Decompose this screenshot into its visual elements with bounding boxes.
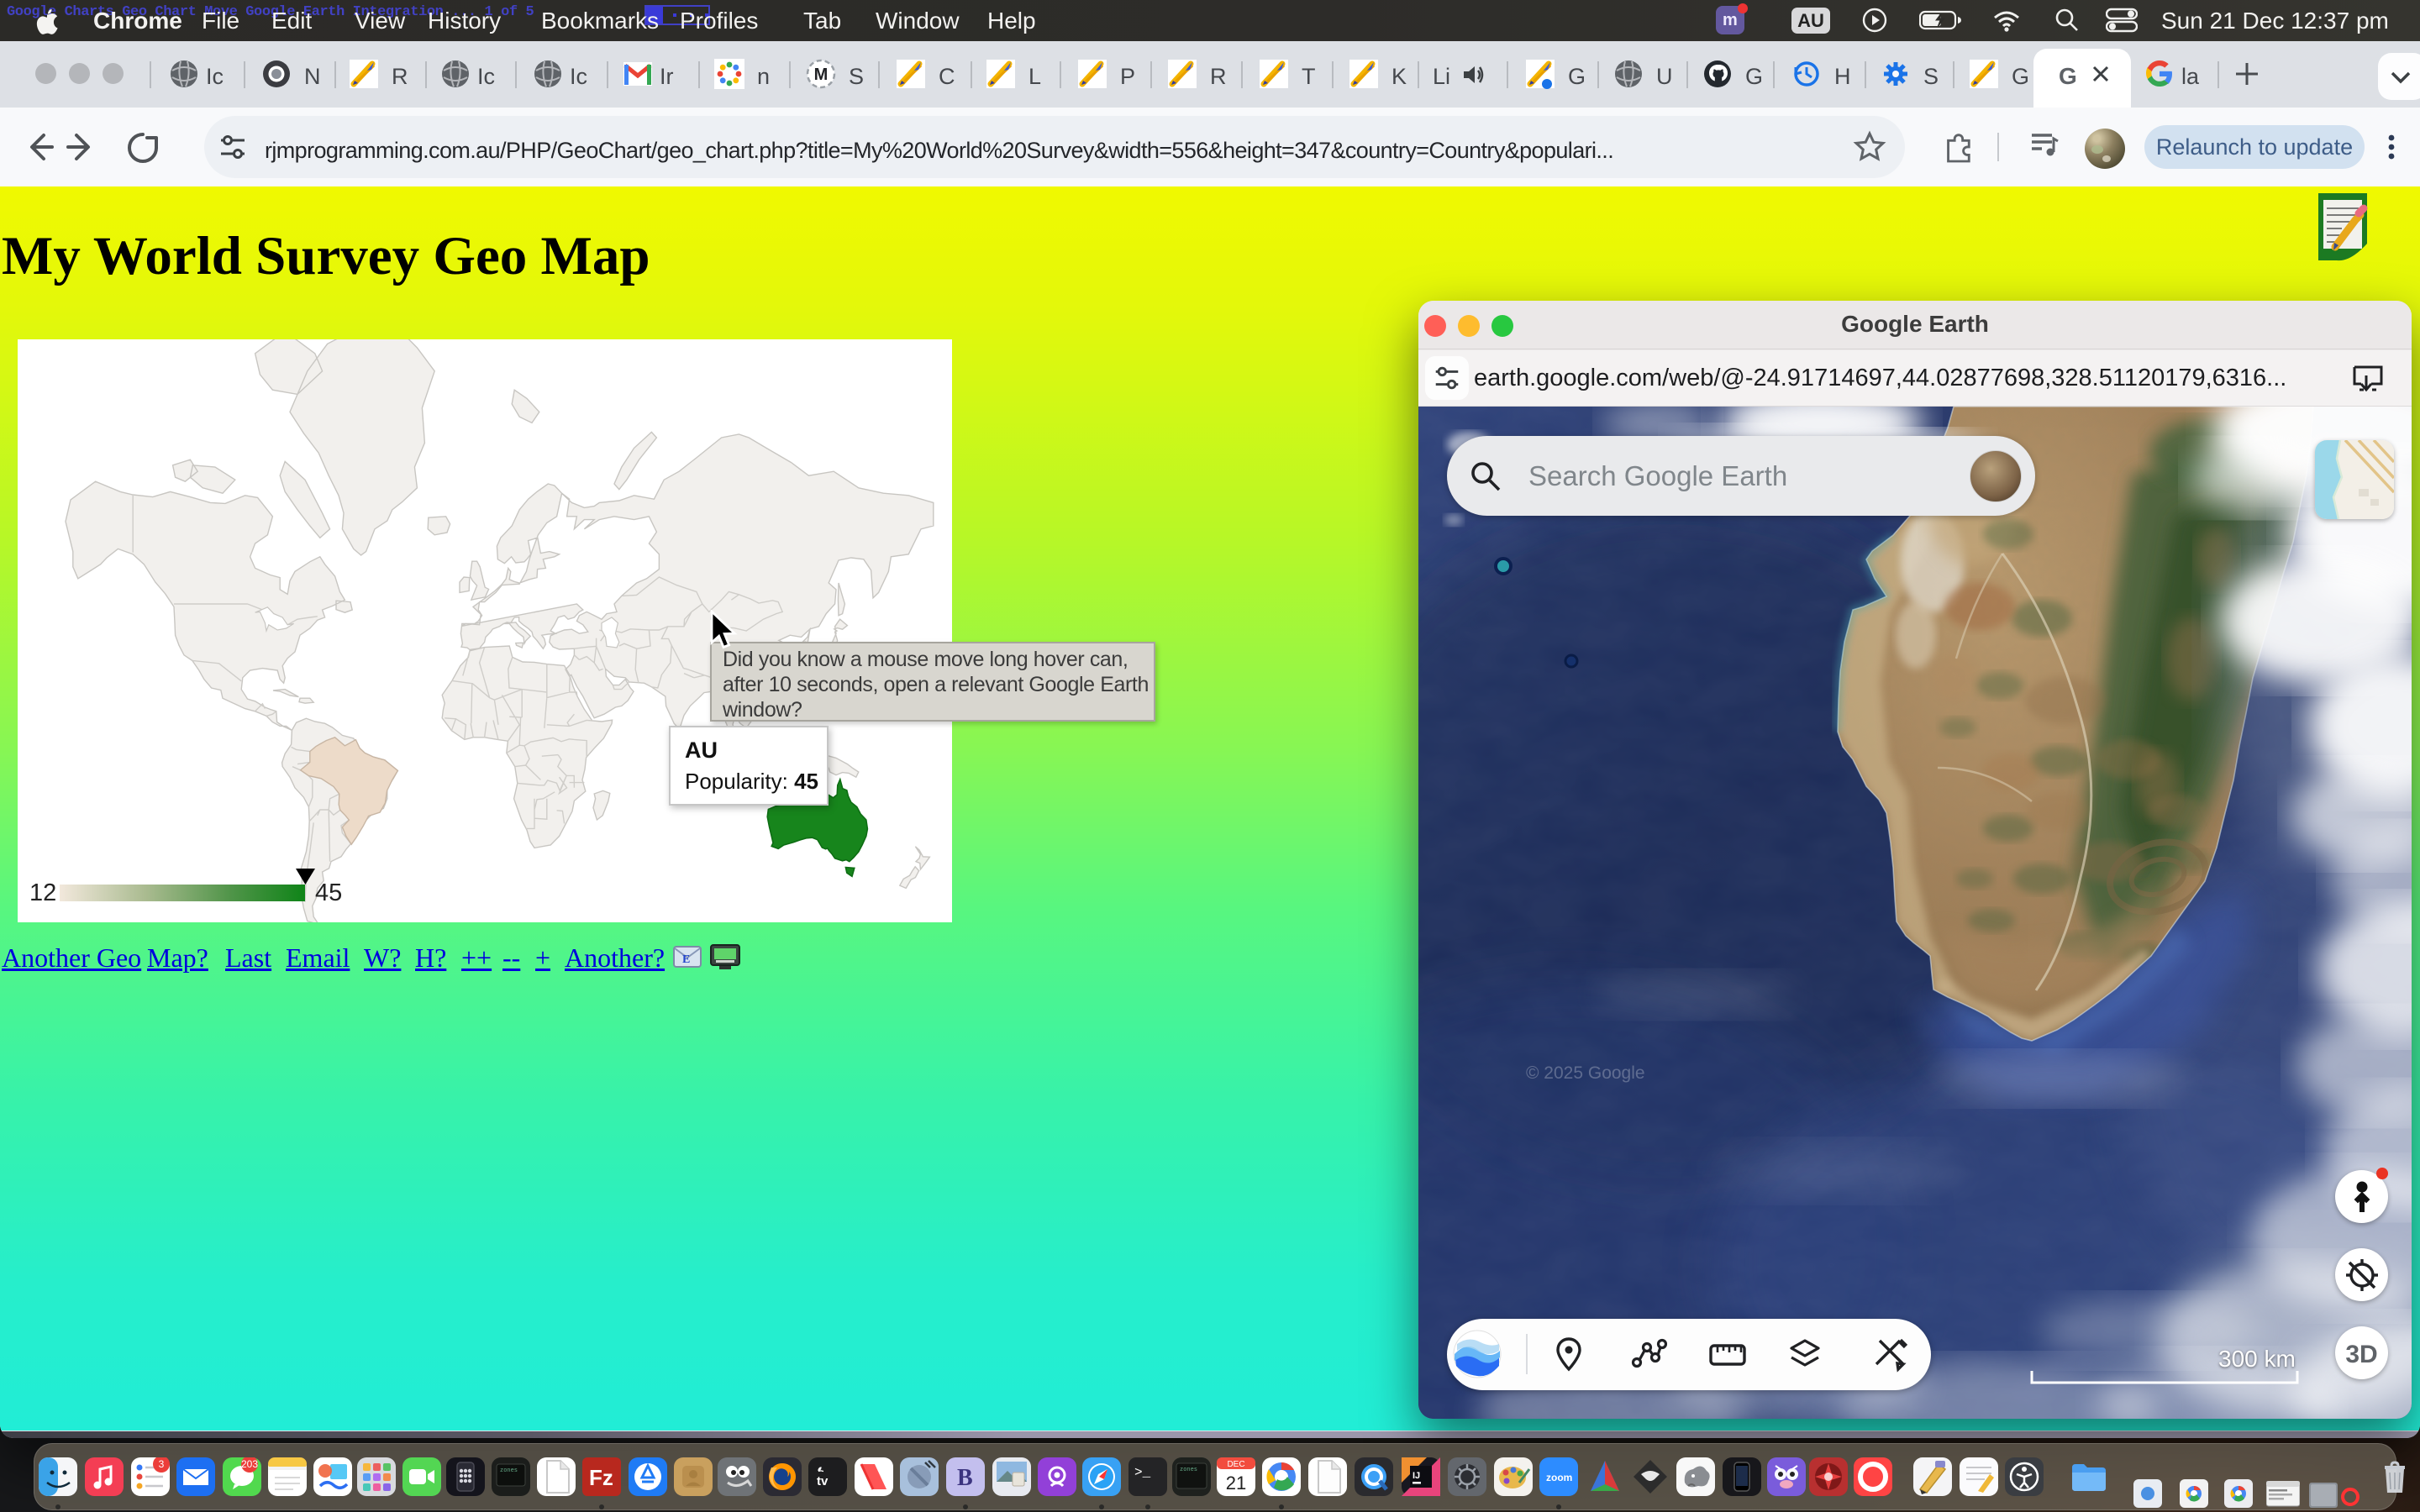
svg-text:203: 203 <box>241 1458 258 1470</box>
svg-text:IJ: IJ <box>1413 1471 1420 1481</box>
svg-text:>_: >_ <box>1134 1465 1151 1480</box>
svg-text:© 2025 Google: © 2025 Google <box>1526 1063 1645 1083</box>
svg-text:E: E <box>682 953 690 966</box>
svg-text:zoom: zoom <box>1546 1472 1572 1483</box>
svg-text:zones: zones <box>500 1467 518 1474</box>
svg-text:Fz: Fz <box>589 1465 613 1490</box>
svg-text:zones: zones <box>1180 1467 1197 1473</box>
svg-text:M: M <box>814 66 829 84</box>
svg-text:21: 21 <box>1226 1473 1246 1494</box>
svg-text:B: B <box>957 1465 973 1491</box>
svg-text:tv: tv <box>817 1474 829 1488</box>
svg-text:12: 12 <box>29 879 56 906</box>
svg-text:3: 3 <box>159 1458 165 1470</box>
svg-text:DEC: DEC <box>1227 1460 1244 1469</box>
svg-text:45: 45 <box>315 879 342 906</box>
